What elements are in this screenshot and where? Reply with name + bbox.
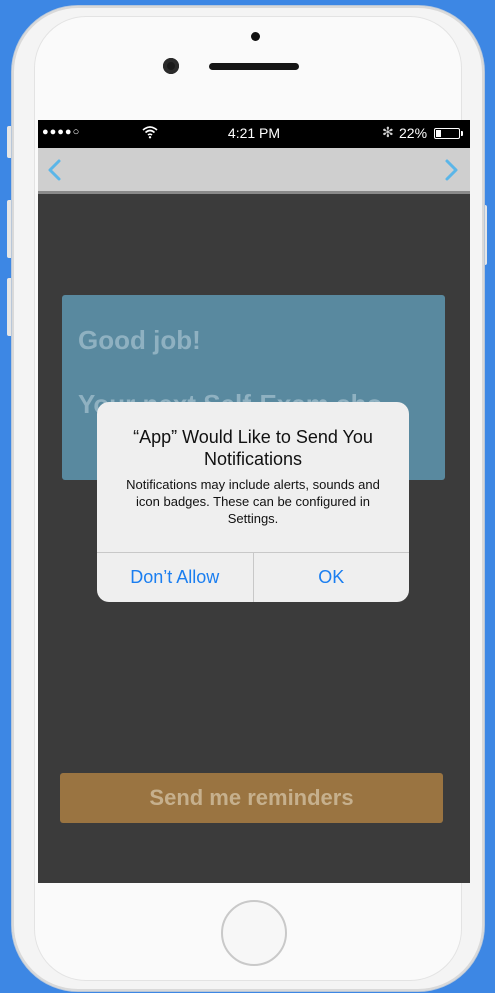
chevron-left-icon[interactable] <box>40 155 70 185</box>
notification-permission-alert: “App” Would Like to Send You Notificatio… <box>97 402 409 602</box>
alert-actions: Don’t Allow OK <box>97 552 409 602</box>
battery-fill <box>436 130 441 137</box>
nav-bar <box>38 148 470 194</box>
card-title: Good job! <box>78 325 201 355</box>
proximity-sensor <box>251 32 260 41</box>
screen: ●●●●○ 4:21 PM ✻ 22% Good job! Your next … <box>38 120 470 883</box>
chevron-right-icon[interactable] <box>436 155 466 185</box>
alert-message: Notifications may include alerts, sounds… <box>126 477 380 526</box>
battery-percent: 22% <box>399 125 428 141</box>
ok-button[interactable]: OK <box>252 553 410 602</box>
battery-nub <box>461 131 463 136</box>
status-bar: ●●●●○ 4:21 PM ✻ 22% <box>38 120 470 148</box>
battery-icon <box>434 128 463 139</box>
home-button[interactable] <box>221 900 287 966</box>
earpiece-speaker <box>209 63 299 70</box>
bluetooth-icon: ✻ <box>382 124 394 140</box>
alert-title: “App” Would Like to Send You Notificatio… <box>133 427 373 469</box>
dont-allow-button[interactable]: Don’t Allow <box>97 553 253 602</box>
send-reminders-button[interactable]: Send me reminders <box>60 773 443 823</box>
front-camera <box>163 58 179 74</box>
